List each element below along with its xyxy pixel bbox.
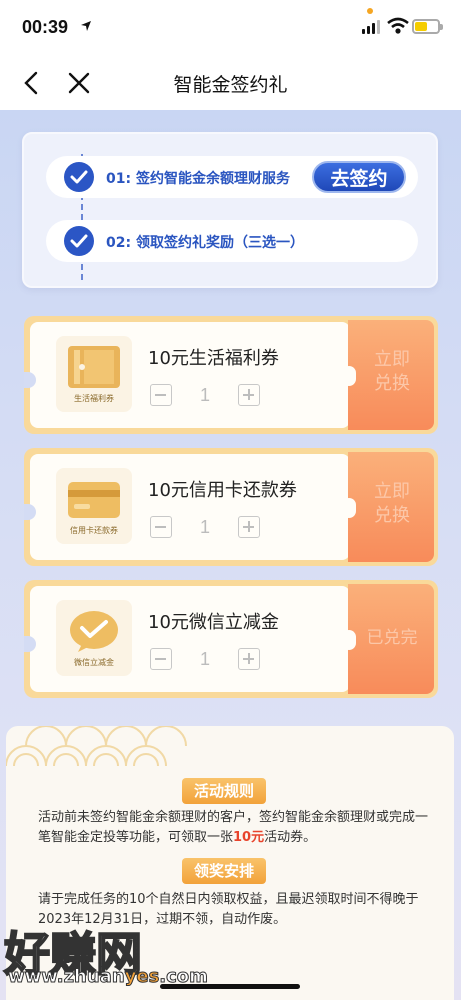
decrease-button[interactable] <box>150 384 172 406</box>
decrease-button[interactable] <box>150 648 172 670</box>
redeem-button[interactable]: 立即 兑换 <box>342 452 434 562</box>
wechat-pay-icon: 微信立减金 <box>56 600 132 676</box>
quantity-value: 1 <box>200 385 211 405</box>
reward-title: 10元微信立减金 <box>148 612 279 633</box>
step-1-text: 01: 签约智能金余额理财服务 <box>106 171 290 187</box>
reward-card-wechat-discount: 微信立减金 10元微信立减金 1 已兑完 <box>24 580 438 698</box>
wifi-icon <box>387 17 409 34</box>
status-time: 00:39 <box>22 17 69 37</box>
quantity-stepper: 1 <box>150 648 290 672</box>
reward-body: 信用卡还款券 10元信用卡还款券 1 <box>24 454 350 560</box>
reward-body: 生活福利券 10元生活福利券 1 <box>24 322 350 428</box>
check-icon <box>64 226 94 256</box>
location-arrow-icon <box>81 21 91 31</box>
quantity-value: 1 <box>200 517 211 537</box>
quantity-stepper: 1 <box>150 384 290 408</box>
increase-button[interactable] <box>238 516 260 538</box>
step-2-text: 02: 领取签约礼奖励（三选一） <box>106 235 304 251</box>
sold-out-button[interactable]: 已兑完 <box>342 584 434 694</box>
quantity-value: 1 <box>200 649 211 669</box>
rules-heading: 活动规则 <box>182 778 266 804</box>
step-2: 02: 领取签约礼奖励（三选一） <box>46 220 418 262</box>
status-bar: 00:39 <box>0 0 461 56</box>
wave-pattern-decoration <box>6 726 187 767</box>
redeem-button[interactable]: 立即 兑换 <box>342 320 434 430</box>
main-content: 01: 签约智能金余额理财服务 去签约 02: 领取签约礼奖励（三选一） 生活福… <box>0 110 461 1000</box>
reward-title: 10元信用卡还款券 <box>148 480 297 501</box>
battery-icon <box>412 19 443 34</box>
signal-icon <box>362 20 382 34</box>
award-heading: 领奖安排 <box>182 858 266 884</box>
nav-bar: 智能金签约礼 <box>0 56 461 110</box>
recording-dot <box>367 8 373 14</box>
home-indicator <box>160 984 300 989</box>
go-sign-button[interactable]: 去签约 <box>312 161 406 193</box>
decrease-button[interactable] <box>150 516 172 538</box>
credit-card-icon: 信用卡还款券 <box>56 468 132 544</box>
reward-title: 10元生活福利券 <box>148 348 279 369</box>
increase-button[interactable] <box>238 648 260 670</box>
check-icon <box>64 162 94 192</box>
step-1: 01: 签约智能金余额理财服务 去签约 <box>46 156 418 198</box>
page-title: 智能金签约礼 <box>173 74 288 96</box>
reward-card-life-coupon: 生活福利券 10元生活福利券 1 立即 兑换 <box>24 316 438 434</box>
quantity-stepper: 1 <box>150 516 290 540</box>
steps-card: 01: 签约智能金余额理财服务 去签约 02: 领取签约礼奖励（三选一） <box>22 132 438 288</box>
reward-card-credit-card-coupon: 信用卡还款券 10元信用卡还款券 1 立即 兑换 <box>24 448 438 566</box>
rules-text: 活动前未签约智能金余额理财的客户，签约智能金余额理财或完成一笔智能金定投等功能，… <box>38 810 429 845</box>
reward-body: 微信立减金 10元微信立减金 1 <box>24 586 350 692</box>
increase-button[interactable] <box>238 384 260 406</box>
ticket-icon: 生活福利券 <box>56 336 132 412</box>
